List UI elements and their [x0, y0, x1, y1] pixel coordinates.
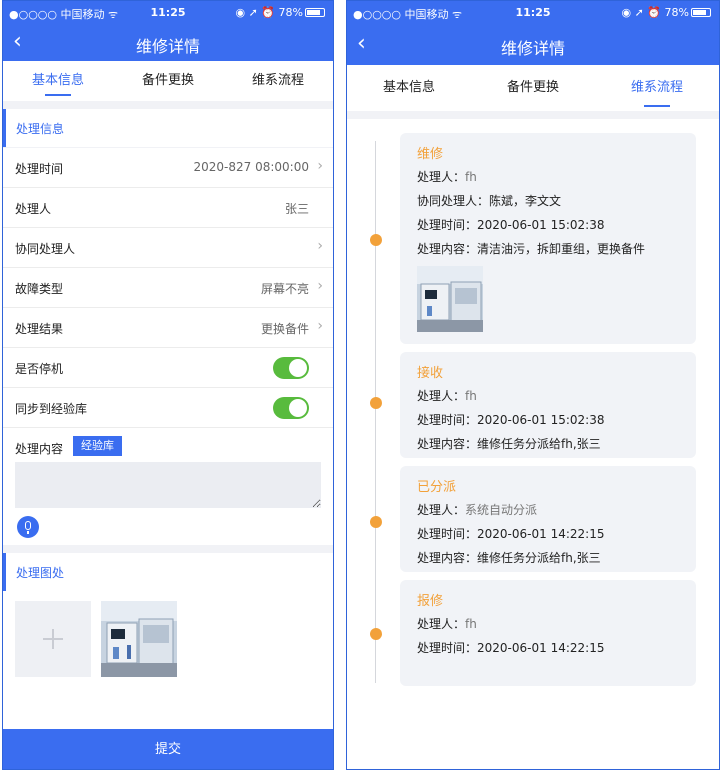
timeline-card-assigned: 已分派 处理人：系统自动分派 处理时间：2020-06-01 14:22:15 …	[400, 466, 696, 572]
card-status: 报修	[417, 594, 444, 609]
status-bar: ●○○○○ 中国移动 ᯤ 11:25 ◉ ➚ ⏰ 78%	[347, 1, 719, 25]
chevron-right-icon: ›	[317, 158, 323, 174]
machine-photo[interactable]	[101, 601, 177, 677]
battery-icon	[305, 8, 325, 17]
tab-spare-parts[interactable]: 备件更换	[471, 65, 595, 111]
photo-grid	[3, 591, 333, 731]
chevron-right-icon: ›	[317, 238, 323, 254]
card-status: 维修	[417, 147, 444, 162]
section-process-info: 处理信息	[3, 109, 333, 147]
tab-process-flow[interactable]: 维系流程	[223, 61, 333, 101]
chevron-left-icon[interactable]: ‹	[357, 33, 381, 57]
add-photo-button[interactable]	[15, 601, 91, 677]
row-machine-stopped: 是否停机	[3, 348, 333, 388]
status-bar: ●○○○○ 中国移动 ᯤ 11:25 ◉ ➚ ⏰ 78%	[3, 1, 333, 25]
chevron-right-icon: ›	[317, 278, 323, 294]
row-handler: 处理人 张三	[3, 188, 333, 228]
battery-status: ◉ ➚ ⏰ 78%	[236, 6, 325, 19]
timeline-card-reported: 报修 处理人：fh 处理时间：2020-06-01 14:22:15	[400, 580, 696, 686]
tab-bar: 基本信息 备件更换 维系流程	[3, 61, 333, 101]
nav-bar: ‹ 维修详情	[3, 25, 333, 61]
sync-experience-toggle[interactable]	[273, 397, 309, 419]
battery-icon	[691, 8, 711, 17]
machine-stopped-toggle[interactable]	[273, 357, 309, 379]
process-flow-screen: ●○○○○ 中国移动 ᯤ 11:25 ◉ ➚ ⏰ 78% ‹ 维修详情 基本信息…	[346, 0, 720, 770]
timeline-line	[375, 141, 376, 683]
page-title: 维修详情	[135, 37, 200, 56]
row-sync-experience: 同步到经验库	[3, 388, 333, 428]
tab-spare-parts[interactable]: 备件更换	[113, 61, 223, 101]
submit-button[interactable]: 提交	[3, 729, 333, 769]
timeline-dot	[370, 397, 382, 409]
tab-basic-info[interactable]: 基本信息	[347, 65, 471, 111]
section-title: 处理信息	[16, 122, 65, 136]
repair-photo[interactable]	[417, 266, 483, 332]
timeline-dot	[370, 628, 382, 640]
chevron-left-icon[interactable]: ‹	[13, 31, 37, 55]
microphone-icon[interactable]	[17, 516, 39, 538]
tab-basic-info[interactable]: 基本信息	[3, 61, 113, 101]
basic-info-screen: ●○○○○ 中国移动 ᯤ 11:25 ◉ ➚ ⏰ 78% ‹ 维修详情 基本信息…	[2, 0, 334, 770]
row-fault-type[interactable]: 故障类型 屏幕不亮 ›	[3, 268, 333, 308]
tab-process-flow[interactable]: 维系流程	[595, 65, 719, 111]
experience-library-button[interactable]: 经验库	[73, 436, 122, 456]
card-status: 接收	[417, 366, 444, 381]
tab-underline	[45, 94, 71, 96]
chevron-right-icon: ›	[317, 318, 323, 334]
section-title: 处理图处	[16, 566, 65, 580]
page-title: 维修详情	[500, 39, 565, 58]
timeline-dot	[370, 234, 382, 246]
process-content-input[interactable]	[15, 462, 321, 508]
card-status: 已分派	[417, 480, 457, 495]
timeline-card-repair: 维修 处理人：fh 协同处理人：陈斌，李文文 处理时间：2020-06-01 1…	[400, 133, 696, 344]
timeline-card-received: 接收 处理人：fh 处理时间：2020-06-01 15:02:38 处理内容：…	[400, 352, 696, 458]
timeline-dot	[370, 516, 382, 528]
section-photos: 处理图处	[3, 553, 333, 591]
process-content-block: 处理内容 经验库	[3, 428, 333, 545]
row-co-handler[interactable]: 协同处理人 ›	[3, 228, 333, 268]
battery-status: ◉ ➚ ⏰ 78%	[622, 6, 711, 19]
nav-bar: ‹ 维修详情	[347, 25, 719, 65]
row-process-result[interactable]: 处理结果 更换备件 ›	[3, 308, 333, 348]
tab-underline	[644, 105, 670, 107]
tab-bar: 基本信息 备件更换 维系流程	[347, 65, 719, 111]
row-process-time[interactable]: 处理时间 2020-827 08:00:00 ›	[3, 148, 333, 188]
